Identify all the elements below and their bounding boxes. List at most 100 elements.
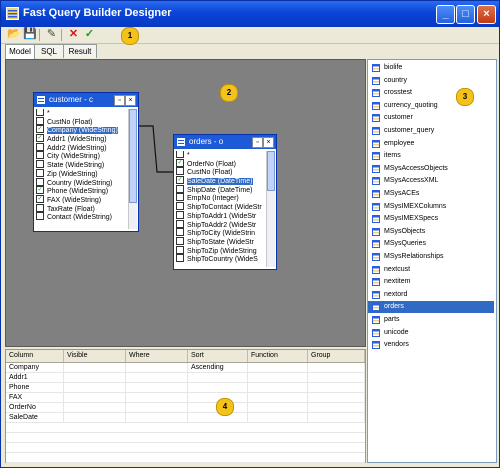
column-header[interactable]: Where <box>126 350 188 362</box>
table-list-item[interactable]: items <box>368 150 494 162</box>
column-header[interactable]: Column <box>6 350 64 362</box>
grid-cell-column[interactable]: SaleDate <box>6 413 64 422</box>
grid-cell-visible[interactable] <box>64 363 126 372</box>
grid-cell-sort[interactable] <box>188 413 248 422</box>
table-list[interactable]: biolife country crosstest currency_quoting c… <box>367 59 497 463</box>
checked-checkbox[interactable]: ✓ <box>176 158 184 167</box>
grid-cell-column[interactable]: OrderNo <box>6 403 64 412</box>
grid-cell-column[interactable]: Phone <box>6 383 64 392</box>
field-row[interactable]: ShipToAddr2 (WideStr <box>176 219 266 230</box>
field-row[interactable]: ShipToZip (WideString <box>176 245 266 256</box>
title-bar[interactable]: Fast Query Builder Designer _ □ × <box>1 1 499 27</box>
table-row[interactable]: SaleDate <box>6 413 365 423</box>
table-list-item[interactable]: nextcust <box>368 264 494 276</box>
field-row[interactable]: Country (WideString) <box>36 177 128 188</box>
table-list-item[interactable]: MSysRelationships <box>368 251 494 263</box>
table-list-item[interactable]: MSysQueries <box>368 238 494 250</box>
grid-cell-where[interactable] <box>126 403 188 412</box>
grid-cell-where[interactable] <box>126 373 188 382</box>
table-list-item[interactable]: orders <box>368 301 494 314</box>
grid-cell-column[interactable]: Company <box>6 363 64 372</box>
table-row[interactable]: Phone <box>6 383 365 393</box>
field-row[interactable]: ShipToContact (WideStr <box>176 202 266 212</box>
field-row[interactable]: ShipToCity (WideStrin <box>176 228 266 238</box>
table-list-item[interactable]: vendors <box>368 339 494 351</box>
scrollbar-thumb[interactable] <box>129 109 137 203</box>
checkbox[interactable] <box>36 142 44 151</box>
grid-cell-where[interactable] <box>126 393 188 402</box>
open-icon[interactable]: 📂 <box>7 28 21 41</box>
customer-table-header[interactable]: customer - c ▫ × <box>34 93 138 107</box>
checkbox[interactable] <box>176 236 184 245</box>
grid-cell-group[interactable] <box>308 393 365 402</box>
grid-cell-group[interactable] <box>308 363 365 372</box>
checkbox[interactable] <box>176 167 184 176</box>
grid-cell-group[interactable] <box>308 373 365 382</box>
grid-cell-group[interactable] <box>308 403 365 412</box>
orders-table-header[interactable]: orders - o ▫ × <box>174 135 276 149</box>
grid-cell-visible[interactable] <box>64 383 126 392</box>
checkbox[interactable] <box>176 193 184 202</box>
checkbox[interactable] <box>36 177 44 186</box>
checkbox[interactable] <box>36 212 44 221</box>
checkbox[interactable] <box>176 184 184 193</box>
table-row[interactable]: OrderNo <box>6 403 365 413</box>
table-list-item[interactable]: country <box>368 75 494 87</box>
table-list-item[interactable]: customer_query <box>368 125 494 137</box>
checkbox[interactable] <box>176 202 184 211</box>
orders-table-window[interactable]: orders - o ▫ × * ✓ OrderNo (Float) CustNo (… <box>173 134 277 270</box>
field-row[interactable]: ✓ Phone (WideString) <box>36 186 128 196</box>
grid-cell-group[interactable] <box>308 413 365 422</box>
grid-cell-function[interactable] <box>248 403 308 412</box>
close-icon[interactable]: × <box>125 95 136 106</box>
grid-cell-column[interactable]: Addr1 <box>6 373 64 382</box>
field-row[interactable]: ShipToCountry (WideS <box>176 254 266 264</box>
checkbox[interactable] <box>176 245 184 254</box>
table-list-item[interactable]: MSysAccessXML <box>368 175 494 187</box>
table-row[interactable]: FAX <box>6 393 365 403</box>
field-row[interactable]: ✓ Company (WideString) <box>36 125 128 135</box>
field-row[interactable]: City (WideString) <box>36 151 128 161</box>
grid-cell-where[interactable] <box>126 363 188 372</box>
table-row[interactable]: Addr1 <box>6 373 365 383</box>
minimize-button[interactable]: _ <box>436 5 455 24</box>
checked-checkbox[interactable]: ✓ <box>176 176 184 185</box>
query-grid[interactable]: Column Visible Where Sort Function Group Comp… <box>5 349 366 463</box>
grid-cell-visible[interactable] <box>64 413 126 422</box>
grid-cell-column[interactable]: FAX <box>6 393 64 402</box>
checkbox[interactable] <box>176 151 184 158</box>
ok-icon[interactable]: ✓ <box>83 28 96 41</box>
orders-scrollbar[interactable] <box>266 151 275 267</box>
grid-cell-function[interactable] <box>248 413 308 422</box>
checkbox[interactable] <box>176 228 184 237</box>
field-row[interactable]: CustNo (Float) <box>36 116 128 127</box>
table-list-item[interactable]: MSysAccessObjects <box>368 163 494 175</box>
field-row[interactable]: ✓ Addr1 (WideString) <box>36 134 128 144</box>
grid-cell-function[interactable] <box>248 373 308 382</box>
orders-field-list[interactable]: * ✓ OrderNo (Float) CustNo (Float) ✓ SaleDate… <box>176 151 266 267</box>
field-row[interactable]: ShipDate (DateTime) <box>176 184 266 195</box>
maximize-button[interactable]: □ <box>456 5 475 24</box>
table-list-item[interactable]: customer <box>368 112 494 124</box>
checkbox[interactable] <box>36 160 44 169</box>
table-list-item[interactable]: nextitem <box>368 276 494 288</box>
scrollbar-thumb[interactable] <box>267 151 275 191</box>
customer-field-list[interactable]: * CustNo (Float) ✓ Company (WideString) ✓ Add… <box>36 109 128 229</box>
field-row[interactable]: TaxRate (Float) <box>36 203 128 214</box>
table-list-item[interactable]: MSysIMEXColumns <box>368 201 494 213</box>
grid-cell-sort[interactable]: Ascending <box>188 363 248 372</box>
grid-cell-sort[interactable] <box>188 383 248 392</box>
grid-cell-function[interactable] <box>248 383 308 392</box>
table-list-item[interactable]: MSysACEs <box>368 188 494 200</box>
checked-checkbox[interactable]: ✓ <box>36 125 44 134</box>
checked-checkbox[interactable]: ✓ <box>36 134 44 143</box>
customer-scrollbar[interactable] <box>128 109 137 229</box>
table-list-item[interactable]: unicode <box>368 327 494 339</box>
edit-icon[interactable]: ✎ <box>45 28 58 41</box>
grid-cell-group[interactable] <box>308 383 365 392</box>
grid-cell-function[interactable] <box>248 393 308 402</box>
table-list-item[interactable]: currency_quoting <box>368 100 494 112</box>
grid-cell-visible[interactable] <box>64 393 126 402</box>
grid-cell-visible[interactable] <box>64 373 126 382</box>
grid-cell-where[interactable] <box>126 383 188 392</box>
